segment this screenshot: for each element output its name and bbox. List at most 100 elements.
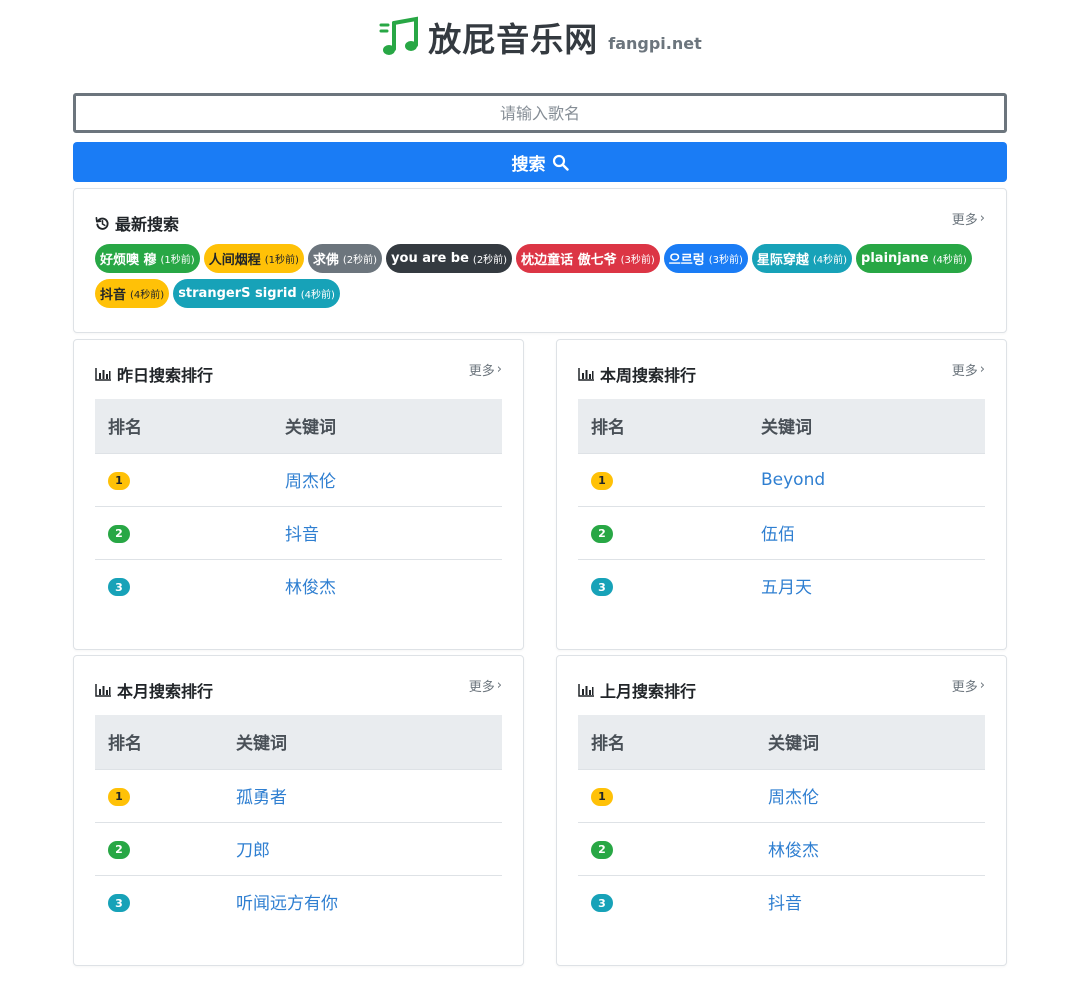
table-row: 3 抖音 [578, 875, 985, 928]
keyword-cell: 听闻远方有你 [223, 875, 502, 928]
music-note-icon[interactable] [378, 15, 422, 59]
rank-badge: 2 [591, 840, 613, 859]
column-header-rank: 排名 [578, 399, 748, 454]
rank-badge: 3 [108, 578, 130, 596]
tag-text: strangerS sigrid [178, 286, 297, 301]
recent-search-tag[interactable]: 星际穿越 (4秒前) [751, 244, 853, 273]
table-row: 3 林俊杰 [95, 559, 502, 612]
tag-time: (3秒前) [620, 255, 655, 266]
keyword-link[interactable]: 周杰伦 [768, 788, 819, 808]
table-row: 2 伍佰 [578, 506, 985, 560]
recent-search-tag[interactable]: 으르렁 (3秒前) [663, 244, 748, 273]
tag-time: (1秒前) [160, 255, 195, 266]
table-header-row: 排名 关键词 [95, 399, 502, 454]
recent-search-tag[interactable]: 人间烟程 (1秒前) [203, 244, 304, 273]
tag-text: 枕边童话 傲七爷 [521, 253, 617, 268]
chevron-right-icon: › [979, 362, 985, 377]
ranking-card-week: 本周搜索排行 更多 › 排名 关键词 1 Beyond 2 伍佰 3 五月天 [556, 339, 1007, 650]
rank-cell: 3 [578, 875, 755, 928]
rank-cell: 1 [578, 453, 748, 507]
site-title[interactable]: 放屁音乐网 [428, 13, 598, 61]
keyword-link[interactable]: 抖音 [768, 894, 802, 914]
recent-search-tag[interactable]: 抖音 (4秒前) [95, 279, 170, 308]
recent-search-tag[interactable]: plainjane (4秒前) [856, 244, 972, 273]
tag-time: (2秒前) [342, 255, 378, 266]
keyword-cell: 刀郎 [223, 822, 502, 876]
keyword-link[interactable]: 抖音 [285, 525, 319, 545]
keyword-link[interactable]: 刀郎 [236, 841, 270, 861]
rank-cell: 2 [578, 822, 755, 876]
ranking-more-link[interactable]: 更多 › [469, 360, 502, 379]
table-row: 1 Beyond [578, 453, 985, 507]
keyword-cell: 林俊杰 [755, 822, 985, 876]
column-header-rank: 排名 [95, 399, 272, 454]
rank-badge: 3 [591, 578, 613, 596]
ranking-more-link[interactable]: 更多 › [952, 360, 985, 379]
keyword-cell: 孤勇者 [223, 769, 502, 823]
table-header-row: 排名 关键词 [578, 399, 985, 454]
recent-search-tag[interactable]: 枕边童话 傲七爷 (3秒前) [516, 244, 660, 273]
keyword-link[interactable]: Beyond [761, 470, 825, 490]
recent-more-link[interactable]: 更多 › [952, 209, 985, 228]
rank-cell: 3 [578, 559, 748, 612]
recent-search-tag[interactable]: 求佛 (2秒前) [307, 244, 383, 273]
ranking-table: 排名 关键词 1 周杰伦 2 林俊杰 3 抖音 [578, 715, 985, 928]
recent-searches-title: 最新搜索 [95, 211, 179, 235]
ranking-more-link[interactable]: 更多 › [469, 676, 502, 695]
site-domain: fangpi.net [608, 33, 702, 53]
tag-text: plainjane [861, 251, 929, 266]
column-header-keyword: 关键词 [748, 399, 985, 454]
tag-time: (2秒前) [472, 255, 508, 266]
keyword-link[interactable]: 林俊杰 [285, 578, 336, 598]
tag-text: 求佛 [312, 253, 339, 268]
bar-chart-icon [95, 368, 111, 381]
tag-text: you are be [391, 251, 469, 266]
table-header-row: 排名 关键词 [95, 715, 502, 770]
column-header-keyword: 关键词 [223, 715, 502, 770]
keyword-cell: Beyond [748, 453, 985, 507]
keyword-link[interactable]: 孤勇者 [236, 788, 287, 808]
keyword-cell: 五月天 [748, 559, 985, 612]
keyword-cell: 周杰伦 [755, 769, 985, 823]
search-input[interactable] [73, 93, 1007, 133]
rank-badge: 1 [108, 787, 130, 806]
rank-cell: 1 [578, 769, 755, 823]
table-row: 3 听闻远方有你 [95, 875, 502, 928]
recent-search-tag[interactable]: 好烦噢 穆 (1秒前) [95, 244, 200, 273]
ranking-table: 排名 关键词 1 周杰伦 2 抖音 3 林俊杰 [95, 399, 502, 612]
rank-cell: 1 [95, 769, 223, 823]
keyword-link[interactable]: 五月天 [761, 578, 812, 598]
keyword-link[interactable]: 伍佰 [761, 525, 795, 545]
site-header: 放屁音乐网 fangpi.net [0, 12, 1080, 62]
recent-search-tag[interactable]: strangerS sigrid (4秒前) [173, 279, 340, 308]
bar-chart-icon [578, 684, 594, 697]
bar-chart-icon [578, 368, 594, 381]
tag-time: (1秒前) [264, 255, 299, 266]
rank-cell: 1 [95, 453, 272, 507]
keyword-link[interactable]: 林俊杰 [768, 841, 819, 861]
tag-time: (4秒前) [932, 255, 967, 266]
chevron-right-icon: › [496, 362, 502, 377]
ranking-title: 本月搜索排行 [95, 678, 213, 702]
recent-tags-list: 好烦噢 穆 (1秒前) 人间烟程 (1秒前) 求佛 (2秒前) you are be (2秒前… [95, 244, 975, 308]
recent-searches-card: 最新搜索 更多 › 好烦噢 穆 (1秒前) 人间烟程 (1秒前) 求佛 (2秒前) you … [73, 188, 1007, 333]
keyword-link[interactable]: 周杰伦 [285, 472, 336, 492]
tag-text: 好烦噢 穆 [100, 253, 157, 268]
rank-badge: 3 [591, 894, 613, 912]
tag-text: 으르렁 [668, 253, 705, 268]
ranking-card-yesterday: 昨日搜索排行 更多 › 排名 关键词 1 周杰伦 2 抖音 3 林俊杰 [73, 339, 524, 650]
chevron-right-icon: › [979, 211, 985, 226]
search-button[interactable]: 搜索 [73, 142, 1007, 182]
tag-time: (4秒前) [812, 255, 848, 266]
tag-text: 星际穿越 [756, 253, 809, 268]
keyword-link[interactable]: 听闻远方有你 [236, 894, 338, 914]
chevron-right-icon: › [979, 678, 985, 693]
tag-text: 人间烟程 [208, 253, 261, 268]
keyword-cell: 周杰伦 [272, 453, 502, 507]
ranking-more-link[interactable]: 更多 › [952, 676, 985, 695]
ranking-title: 本周搜索排行 [578, 362, 696, 386]
keyword-cell: 抖音 [755, 875, 985, 928]
keyword-cell: 林俊杰 [272, 559, 502, 612]
rank-badge: 2 [108, 840, 130, 859]
recent-search-tag[interactable]: you are be (2秒前) [386, 244, 513, 273]
